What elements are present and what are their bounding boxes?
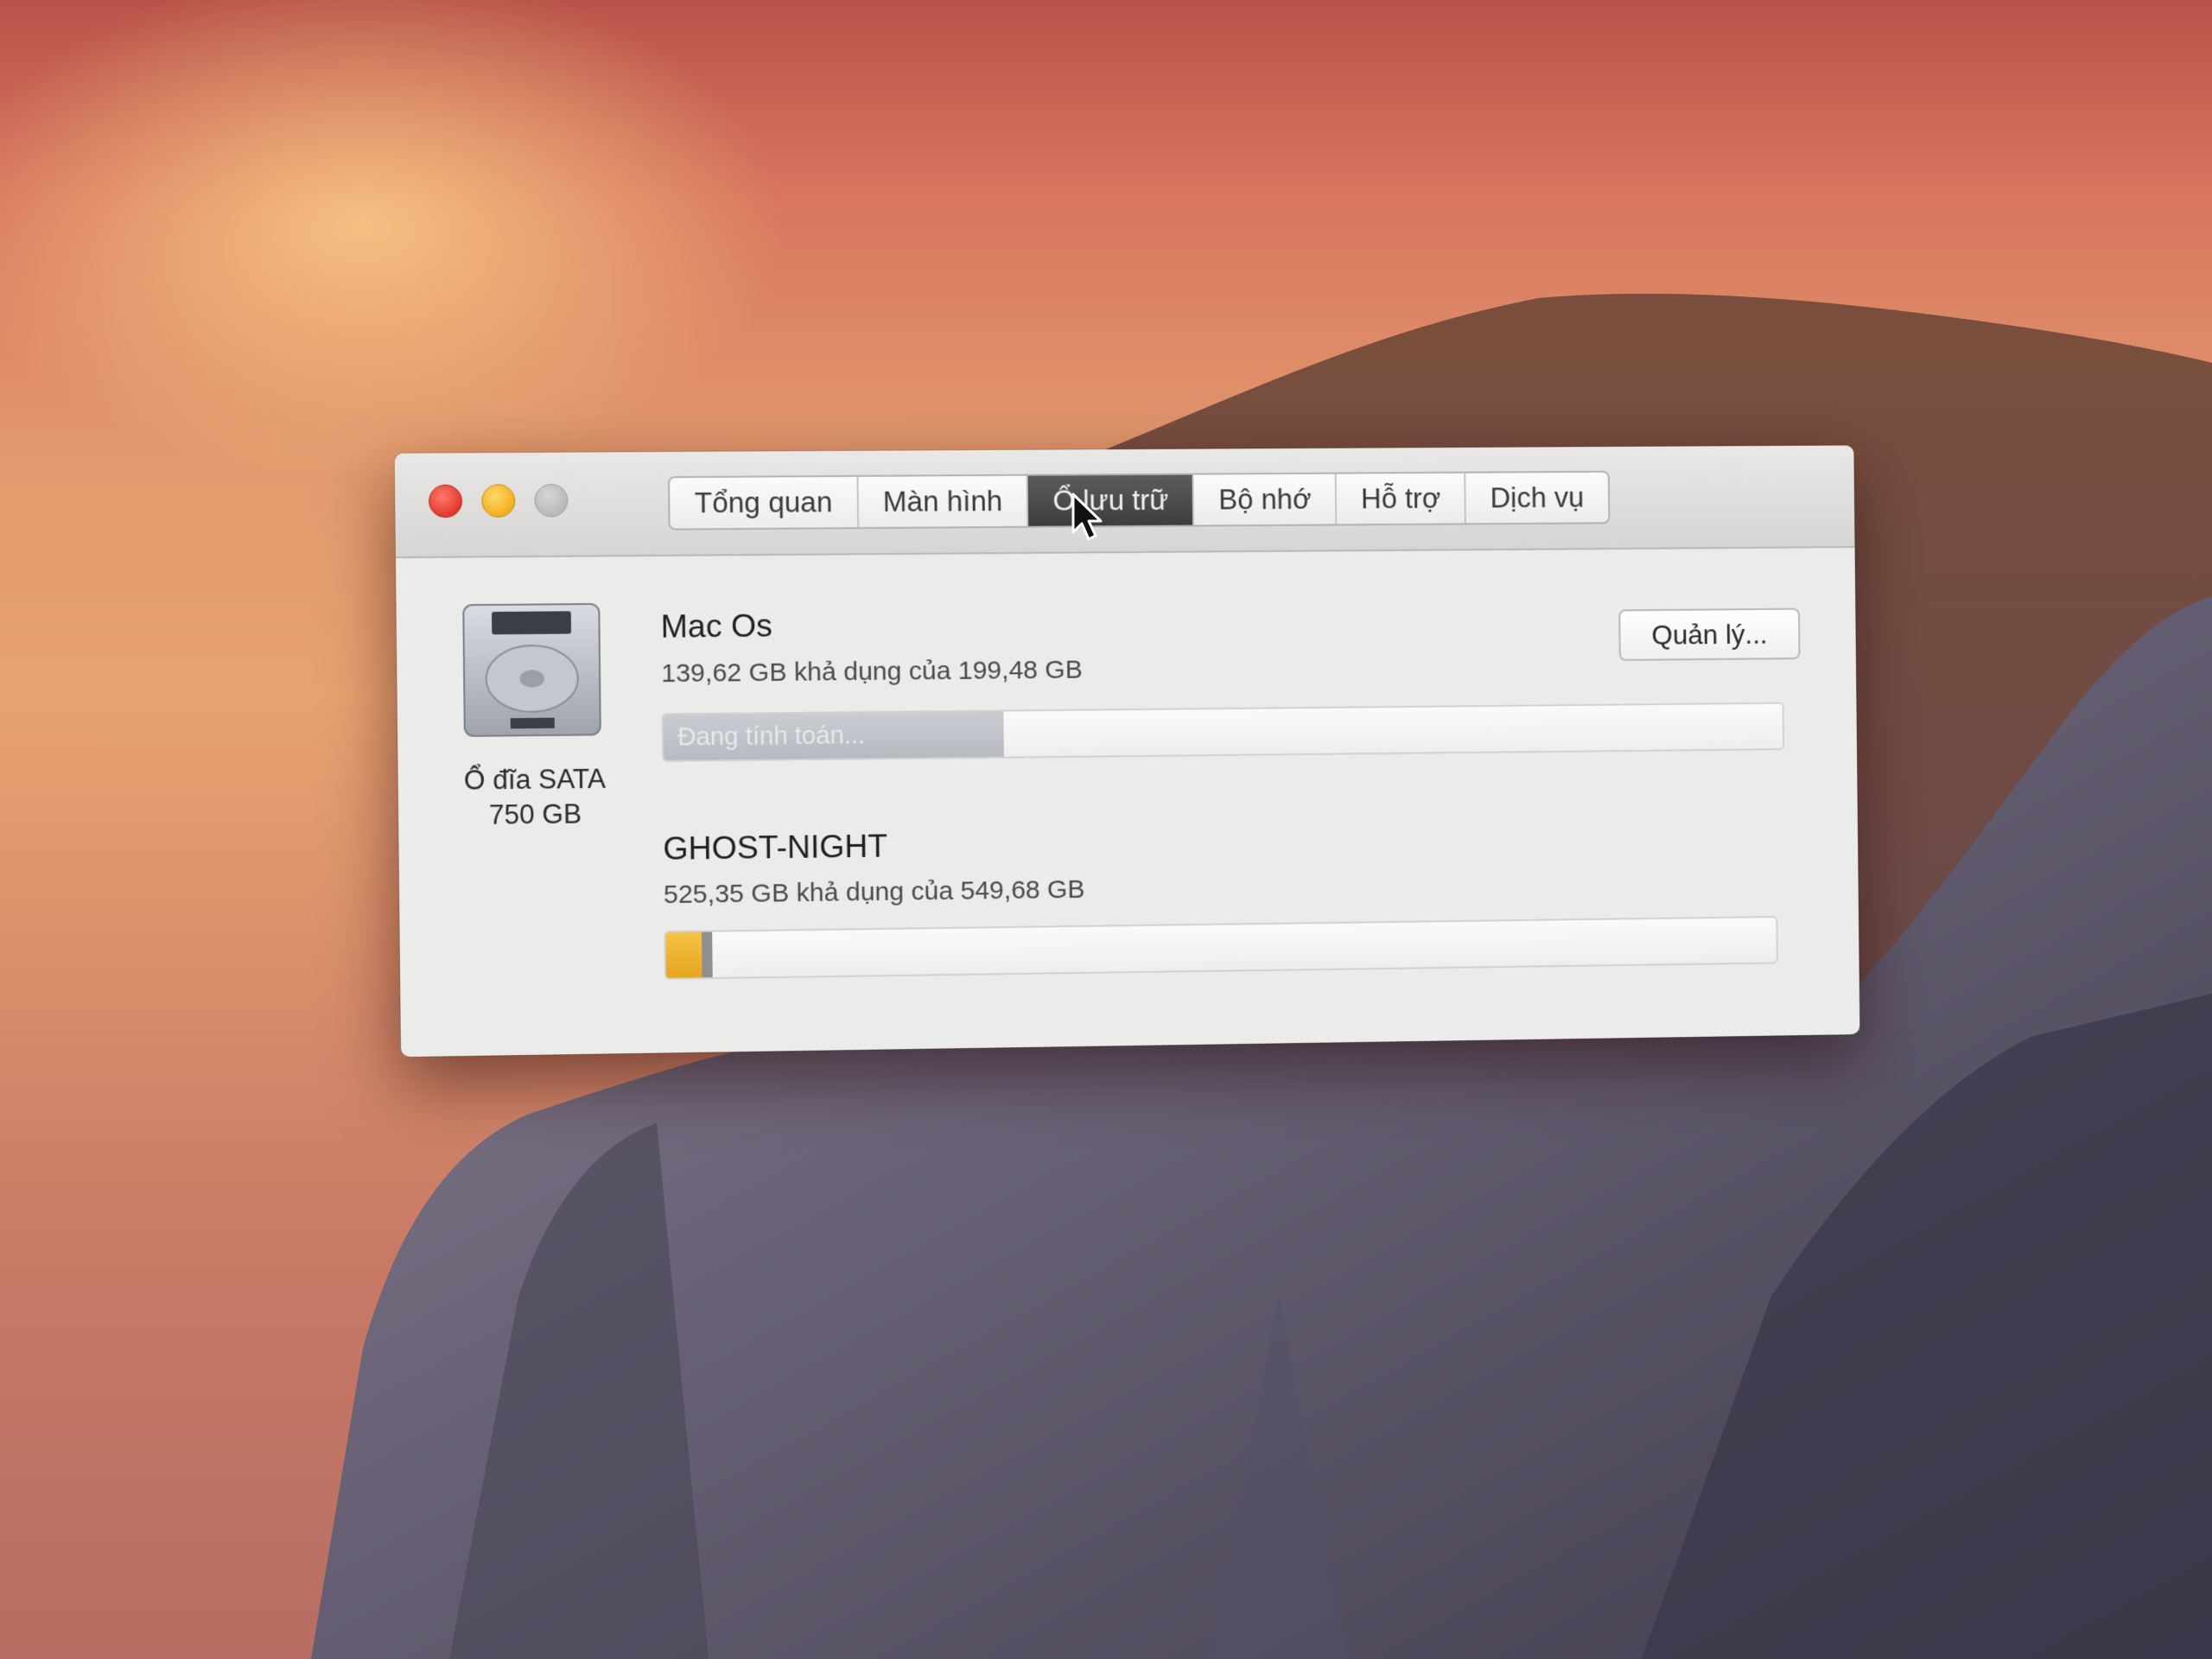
usage-segment-yellow (665, 932, 702, 978)
volume-name-macos: Mac Os (660, 607, 772, 645)
storage-panel: Ổ đĩa SATA 750 GB Mac Os 139,62 GB khả d… (396, 548, 1859, 1057)
volume-detail-ghost-night: 525,35 GB khả dụng của 549,68 GB (664, 875, 1085, 910)
volume-name-ghost-night: GHOST-NIGHT (663, 828, 887, 867)
volume-detail-macos: 139,62 GB khả dụng của 199,48 GB (661, 656, 1083, 690)
disk-capacity: 750 GB (434, 796, 637, 833)
tab-service[interactable]: Dịch vụ (1466, 473, 1608, 524)
about-this-mac-window: Tổng quan Màn hình Ổ lưu trữ Bộ nhớ Hỗ t… (395, 445, 1860, 1057)
tab-storage[interactable]: Ổ lưu trữ (1028, 475, 1195, 526)
titlebar: Tổng quan Màn hình Ổ lưu trữ Bộ nhớ Hỗ t… (395, 445, 1855, 558)
tab-displays[interactable]: Màn hình (858, 476, 1028, 527)
close-button[interactable] (429, 485, 462, 518)
tab-memory[interactable]: Bộ nhớ (1194, 474, 1338, 525)
tab-support[interactable]: Hỗ trợ (1337, 474, 1466, 524)
calculating-label: Đang tính toán... (677, 713, 865, 760)
tab-bar: Tổng quan Màn hình Ổ lưu trữ Bộ nhớ Hỗ t… (668, 471, 1610, 531)
desktop-background: Tổng quan Màn hình Ổ lưu trữ Bộ nhớ Hỗ t… (0, 0, 2212, 1659)
usage-bar-ghost-night (664, 916, 1777, 980)
minimize-button[interactable] (481, 484, 515, 518)
hard-drive-icon (456, 595, 607, 745)
manage-button[interactable]: Quản lý... (1618, 608, 1800, 661)
disk-label: Ổ đĩa SATA 750 GB (433, 761, 636, 833)
disk-type: Ổ đĩa SATA (433, 761, 636, 798)
usage-bar-macos: Đang tính toán... (662, 702, 1784, 762)
zoom-button[interactable] (534, 484, 568, 518)
usage-segment-gray (702, 932, 712, 978)
tab-overview[interactable]: Tổng quan (670, 477, 859, 529)
mouse-pointer-icon (1070, 493, 1104, 544)
